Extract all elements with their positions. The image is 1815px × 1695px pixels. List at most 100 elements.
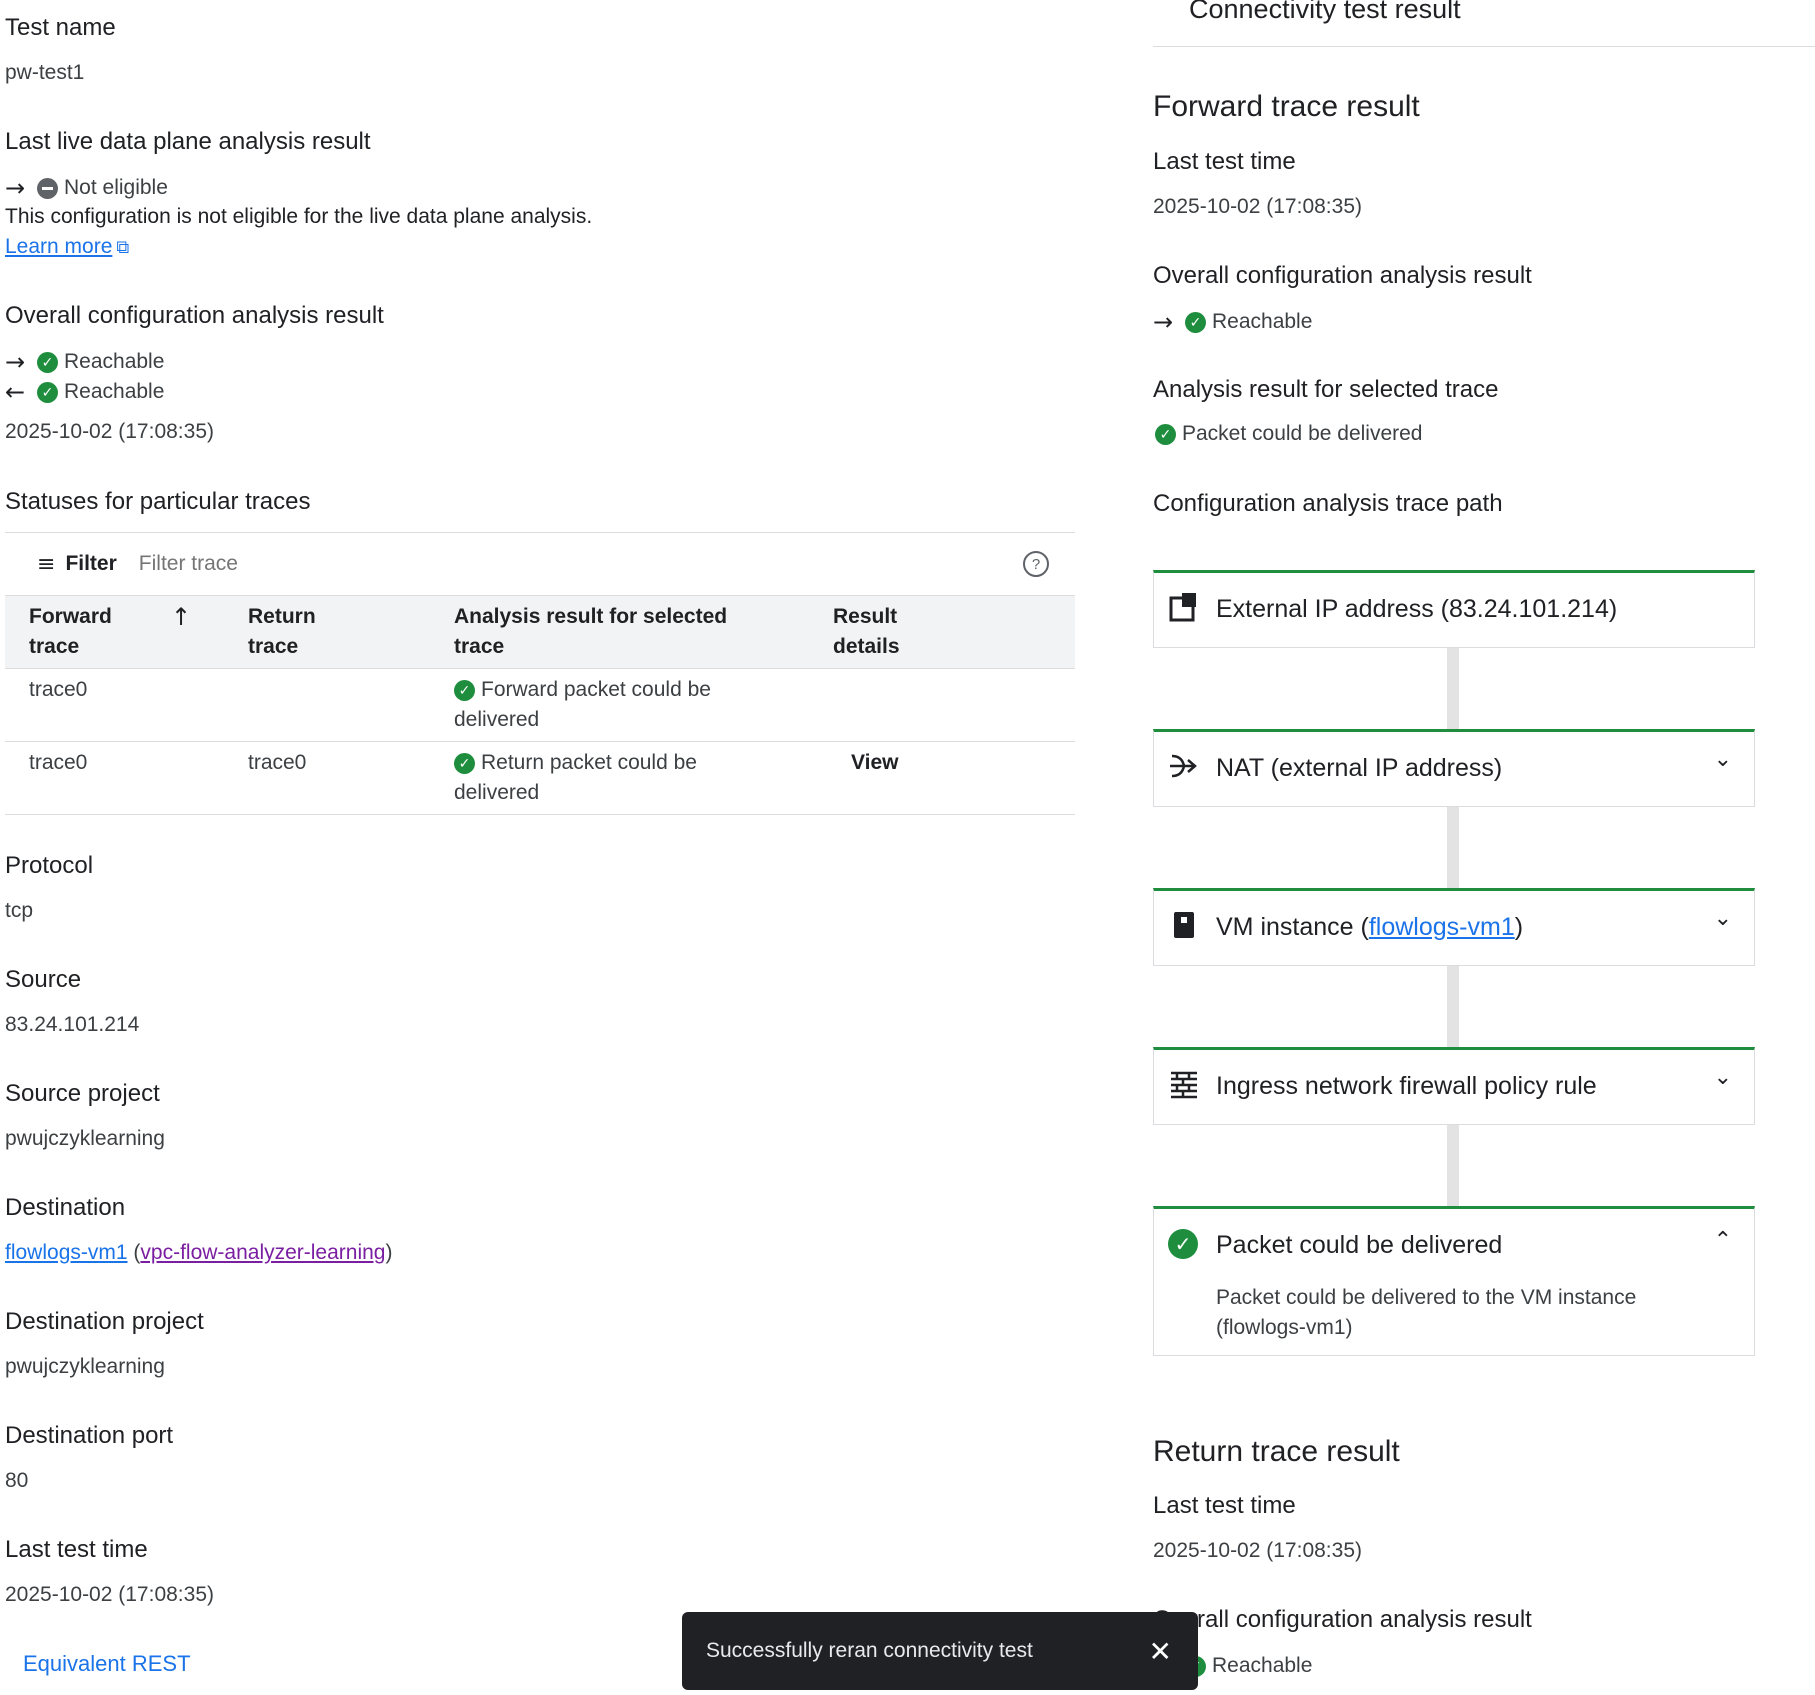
header-text: Forward xyxy=(29,605,112,628)
overall-forward-status: → ✓ Reachable xyxy=(5,348,164,376)
last-test-time-label: Last test time xyxy=(5,1536,148,1563)
header-text: Result xyxy=(833,605,898,628)
sort-arrow-up-icon[interactable]: ↑ xyxy=(171,602,191,632)
live-status-text: Not eligible xyxy=(64,176,168,199)
check-circle-icon: ✓ xyxy=(454,679,475,701)
test-name-value: pw-test1 xyxy=(5,61,85,84)
live-analysis-message: This configuration is not eligible for t… xyxy=(5,205,593,228)
firewall-icon xyxy=(1171,1071,1197,1099)
path-step-delivered[interactable]: ✓ Packet could be delivered ⌃ Packet cou… xyxy=(1153,1206,1755,1356)
description-line: Packet could be delivered to the VM inst… xyxy=(1216,1286,1637,1309)
analysis-result-cell: ✓ Forward packet could be delivered xyxy=(454,675,711,735)
check-circle-icon: ✓ xyxy=(37,351,58,373)
chevron-down-icon[interactable]: ⌄ xyxy=(1714,905,1732,931)
description-line: (flowlogs-vm1) xyxy=(1216,1316,1353,1339)
close-icon[interactable]: ✕ xyxy=(1149,1635,1172,1668)
live-analysis-status: → Not eligible xyxy=(5,174,168,202)
destination-project-value: pwujczyklearning xyxy=(5,1355,165,1378)
destination-label: Destination xyxy=(5,1194,126,1221)
destination-port-value: 80 xyxy=(5,1469,29,1492)
forward-overall-text: Reachable xyxy=(1212,310,1313,333)
step-title: External IP address (83.24.101.214) xyxy=(1216,595,1618,623)
path-step-firewall[interactable]: Ingress network firewall policy rule ⌄ xyxy=(1153,1047,1755,1125)
source-value: 83.24.101.214 xyxy=(5,1013,140,1036)
return-overall-label: Overall configuration analysis result xyxy=(1153,1606,1532,1633)
return-reachable-text: Reachable xyxy=(64,380,165,403)
panel-divider xyxy=(1153,46,1815,47)
filter-input[interactable] xyxy=(136,551,941,577)
view-details-button[interactable]: View xyxy=(851,748,898,778)
check-circle-icon: ✓ xyxy=(1185,311,1206,333)
header-text: trace xyxy=(248,635,299,658)
table-row[interactable]: trace0 trace0 ✓ Return packet could be de… xyxy=(5,742,1075,815)
forward-arrow-icon: → xyxy=(5,174,26,202)
destination-vm-link[interactable]: flowlogs-vm1 xyxy=(5,1241,128,1264)
check-circle-icon: ✓ xyxy=(1168,1229,1198,1259)
forward-overall-status: → ✓ Reachable xyxy=(1153,308,1312,336)
column-return-trace[interactable]: Return trace xyxy=(248,602,316,662)
destination-port-label: Destination port xyxy=(5,1422,174,1449)
live-analysis-label: Last live data plane analysis result xyxy=(5,128,371,155)
return-last-test-value: 2025-10-02 (17:08:35) xyxy=(1153,1539,1362,1562)
filter-label[interactable]: Filter xyxy=(65,552,116,576)
selected-trace-status: ✓ Packet could be delivered xyxy=(1155,422,1423,446)
snackbar: Successfully reran connectivity test ✕ xyxy=(682,1612,1198,1690)
traces-table: ≡ Filter ? Forward trace ↑ Return trace … xyxy=(5,532,1075,815)
header-text: Return xyxy=(248,605,316,628)
path-step-external-ip[interactable]: External IP address (83.24.101.214) xyxy=(1153,570,1755,648)
external-link-icon: ⧉ xyxy=(116,236,130,257)
chevron-down-icon[interactable]: ⌄ xyxy=(1714,1064,1732,1090)
learn-more-link[interactable]: Learn more ⧉ xyxy=(5,235,129,259)
forward-trace-title: Forward trace result xyxy=(1153,90,1420,123)
column-forward-trace[interactable]: Forward trace xyxy=(29,602,112,662)
trace-path-label: Configuration analysis trace path xyxy=(1153,490,1503,517)
step-title-suffix: ) xyxy=(1514,913,1524,941)
result-text: Forward packet could be xyxy=(481,678,711,701)
table-row[interactable]: trace0 ✓ Forward packet could be delivere… xyxy=(5,669,1075,742)
help-icon[interactable]: ? xyxy=(1023,551,1049,577)
path-connector xyxy=(1447,965,1459,1049)
protocol-label: Protocol xyxy=(5,852,94,879)
selected-trace-label: Analysis result for selected trace xyxy=(1153,376,1499,403)
test-name-label: Test name xyxy=(5,14,116,41)
table-header: Forward trace ↑ Return trace Analysis re… xyxy=(5,595,1075,669)
return-arrow-icon: ← xyxy=(5,378,26,406)
check-circle-icon: ✓ xyxy=(454,752,475,774)
path-step-vm-instance[interactable]: VM instance (flowlogs-vm1) ⌄ xyxy=(1153,888,1755,966)
source-project-label: Source project xyxy=(5,1080,160,1107)
vm-instance-link[interactable]: flowlogs-vm1 xyxy=(1369,913,1515,941)
return-last-test-label: Last test time xyxy=(1153,1492,1296,1519)
equivalent-rest-button[interactable]: Equivalent REST xyxy=(23,1651,191,1677)
not-eligible-icon xyxy=(37,177,58,199)
forward-overall-label: Overall configuration analysis result xyxy=(1153,262,1532,289)
chevron-up-icon[interactable]: ⌃ xyxy=(1714,1227,1732,1253)
source-project-value: pwujczyklearning xyxy=(5,1127,165,1150)
destination-project-label: Destination project xyxy=(5,1308,204,1335)
check-circle-icon: ✓ xyxy=(1155,423,1176,445)
destination-value: flowlogs-vm1 (vpc-flow-analyzer-learning… xyxy=(5,1241,393,1265)
path-connector xyxy=(1447,1124,1459,1208)
destination-network-link[interactable]: vpc-flow-analyzer-learning xyxy=(140,1241,385,1264)
overall-config-label: Overall configuration analysis result xyxy=(5,302,384,329)
table-toolbar: ≡ Filter ? xyxy=(5,532,1075,595)
filter-icon[interactable]: ≡ xyxy=(37,552,55,577)
forward-trace-cell: trace0 xyxy=(29,751,88,774)
column-analysis-result[interactable]: Analysis result for selected trace xyxy=(454,602,727,662)
chevron-down-icon[interactable]: ⌄ xyxy=(1714,746,1732,772)
selected-trace-text: Packet could be delivered xyxy=(1182,422,1423,445)
result-text: delivered xyxy=(454,781,540,804)
overall-time: 2025-10-02 (17:08:35) xyxy=(5,420,214,443)
column-result-details[interactable]: Result details xyxy=(833,602,900,662)
overall-return-status: ← ✓ Reachable xyxy=(5,378,164,406)
header-text: details xyxy=(833,635,900,658)
step-title: Packet could be delivered xyxy=(1216,1231,1503,1259)
snackbar-message: Successfully reran connectivity test xyxy=(706,1639,1033,1662)
header-text: trace xyxy=(29,635,80,658)
learn-more-text[interactable]: Learn more xyxy=(5,235,112,259)
step-title-prefix: VM instance ( xyxy=(1216,913,1369,941)
path-step-nat[interactable]: NAT (external IP address) ⌄ xyxy=(1153,729,1755,807)
step-title: VM instance (flowlogs-vm1) xyxy=(1216,913,1523,942)
return-trace-title: Return trace result xyxy=(1153,1435,1400,1468)
path-connector xyxy=(1447,806,1459,890)
result-text: Return packet could be xyxy=(481,751,697,774)
